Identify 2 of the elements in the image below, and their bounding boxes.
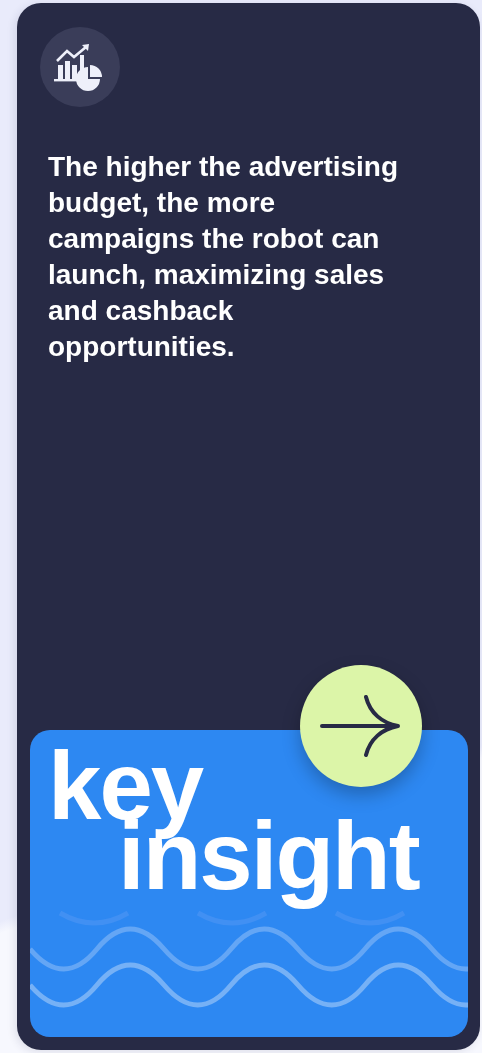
next-arrow-button[interactable] bbox=[300, 665, 422, 787]
insight-description: The higher the advertising budget, the more campaigns the robot can launch, maximizing sales and cashback opportunities. bbox=[48, 150, 400, 364]
